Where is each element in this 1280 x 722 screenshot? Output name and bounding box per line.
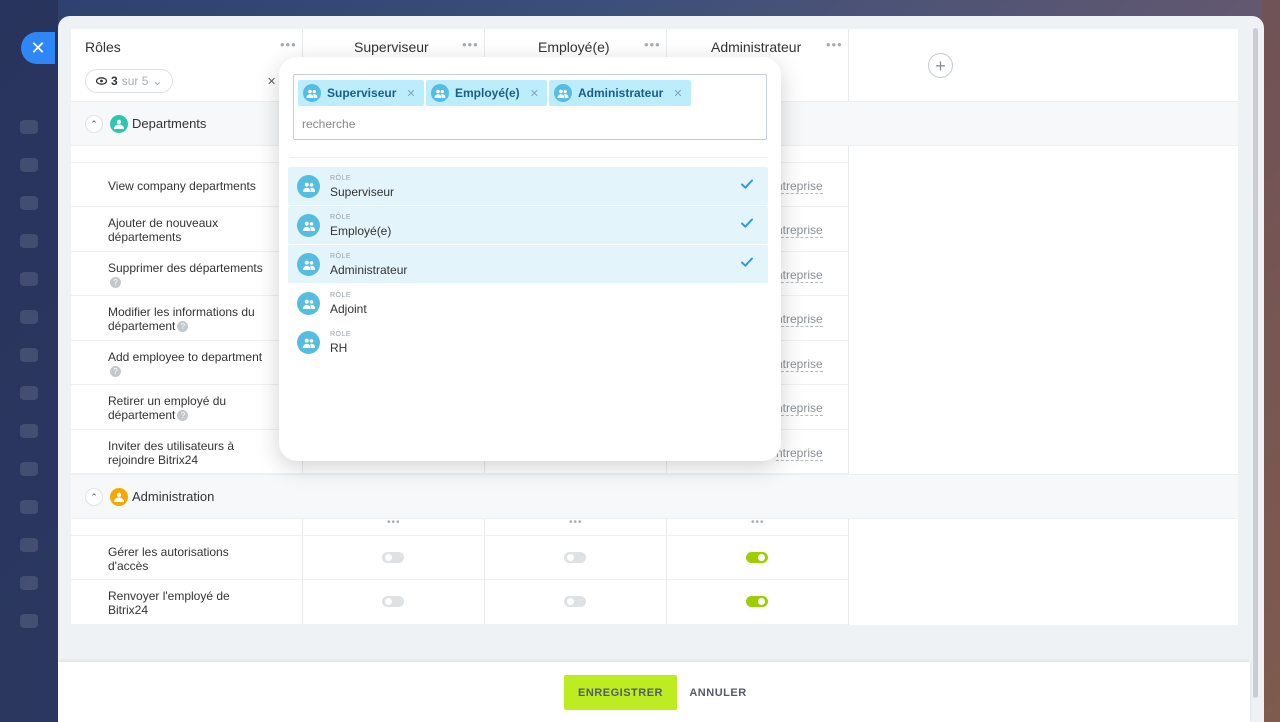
chevron-up-icon[interactable]: ⌃ (85, 115, 103, 133)
role-option[interactable]: RÔLE Employé(e) (288, 206, 768, 244)
sidebar-icon (20, 500, 38, 514)
users-icon (297, 331, 320, 354)
chevron-up-icon[interactable]: ⌃ (85, 488, 103, 506)
scope-select[interactable]: ntreprise (776, 223, 823, 238)
roles-counter-chip[interactable]: 3 sur 5 ⌄ (85, 69, 174, 93)
selected-tag: Employé(e) ✕ (426, 80, 547, 106)
chevron-down-icon: ⌄ (152, 74, 163, 88)
scrollbar[interactable] (1253, 28, 1258, 698)
sidebar-icon (20, 158, 38, 172)
users-icon (297, 253, 320, 276)
sidebar-icon (20, 120, 38, 134)
users-icon (297, 214, 320, 237)
users-icon (554, 84, 572, 102)
sidebar-icon (20, 462, 38, 476)
plus-icon: + (935, 55, 946, 76)
role-option[interactable]: RÔLE RH (288, 323, 768, 361)
selected-roles-box[interactable]: Superviseur ✕ Employé(e) ✕ Administrateu… (293, 74, 767, 140)
sidebar-icon (20, 576, 38, 590)
sidebar-icon (20, 234, 38, 248)
permission-toggle[interactable] (382, 552, 404, 563)
selected-tag: Administrateur ✕ (549, 80, 691, 106)
scope-select[interactable]: ntreprise (776, 268, 823, 283)
permission-toggle[interactable] (746, 552, 768, 563)
users-icon (297, 292, 320, 315)
roles-title: Rôles (85, 39, 121, 55)
help-icon[interactable]: ? (110, 277, 121, 289)
section-title: Departments (132, 116, 207, 131)
role-option[interactable]: RÔLE Administrateur (288, 245, 768, 283)
add-role-button[interactable]: + (928, 53, 953, 78)
left-sidebar (0, 0, 58, 722)
scope-select[interactable]: ntreprise (776, 446, 823, 461)
column-header-administrateur: Administrateur (711, 39, 802, 55)
selected-tag: Superviseur ✕ (298, 80, 424, 106)
collapse-icon[interactable]: ✕ (267, 75, 276, 88)
sidebar-icon (20, 424, 38, 438)
eye-icon (96, 77, 107, 85)
remove-tag-icon[interactable]: ✕ (673, 87, 682, 100)
users-icon (297, 175, 320, 198)
permission-toggle[interactable] (564, 552, 586, 563)
sidebar-icon (20, 538, 38, 552)
sidebar-icon (20, 614, 38, 628)
scope-select[interactable]: ntreprise (776, 179, 823, 194)
column-header-employe: Employé(e) (538, 39, 610, 55)
permission-toggle[interactable] (564, 596, 586, 607)
departments-icon (110, 115, 128, 133)
column-actions-icon[interactable]: ••• (751, 517, 765, 528)
roles-menu-icon[interactable]: ••• (280, 37, 297, 52)
sidebar-icon (20, 272, 38, 286)
checkmark-icon (740, 177, 754, 191)
sidebar-icon (20, 348, 38, 362)
users-icon (303, 84, 321, 102)
users-icon (431, 84, 449, 102)
checkmark-icon (740, 216, 754, 230)
column-actions-icon[interactable]: ••• (387, 517, 401, 528)
help-icon[interactable]: ? (110, 366, 121, 378)
scope-select[interactable]: ntreprise (776, 357, 823, 372)
scope-select[interactable]: ntreprise (776, 401, 823, 416)
column-menu-icon[interactable]: ••• (462, 37, 479, 52)
close-icon: ✕ (30, 37, 46, 58)
close-slider-button[interactable]: ✕ (21, 32, 55, 64)
administration-icon (110, 488, 128, 506)
help-icon[interactable]: ? (177, 321, 189, 333)
column-menu-icon[interactable]: ••• (644, 37, 661, 52)
role-selector-popup: Superviseur ✕ Employé(e) ✕ Administrateu… (279, 57, 781, 461)
remove-tag-icon[interactable]: ✕ (406, 87, 415, 100)
section-administration[interactable]: ⌃ Administration (71, 474, 1238, 519)
table-row: Renvoyer l'employé de Bitrix24 (71, 580, 848, 625)
column-header-superviseur: Superviseur (354, 39, 429, 55)
column-actions-icon[interactable]: ••• (569, 517, 583, 528)
remove-tag-icon[interactable]: ✕ (530, 87, 539, 100)
help-icon[interactable]: ? (177, 410, 189, 422)
section-title: Administration (132, 489, 215, 504)
role-option[interactable]: RÔLE Superviseur (288, 167, 768, 205)
sidebar-icon (20, 310, 38, 324)
right-backdrop-strip (1262, 0, 1280, 722)
table-row: Gérer les autorisations d'accès (71, 536, 848, 580)
permission-toggle[interactable] (746, 596, 768, 607)
cancel-button[interactable]: ANNULER (683, 675, 753, 710)
permission-toggle[interactable] (382, 596, 404, 607)
scope-select[interactable]: ntreprise (776, 312, 823, 327)
footer-bar: ENREGISTRER ANNULER (58, 662, 1250, 722)
role-option[interactable]: RÔLE Adjoint (288, 284, 768, 322)
sidebar-icon (20, 386, 38, 400)
save-button[interactable]: ENREGISTRER (564, 675, 677, 710)
search-input[interactable] (302, 115, 752, 133)
sidebar-icon (20, 196, 38, 210)
checkmark-icon (740, 255, 754, 269)
column-menu-icon[interactable]: ••• (826, 37, 843, 52)
